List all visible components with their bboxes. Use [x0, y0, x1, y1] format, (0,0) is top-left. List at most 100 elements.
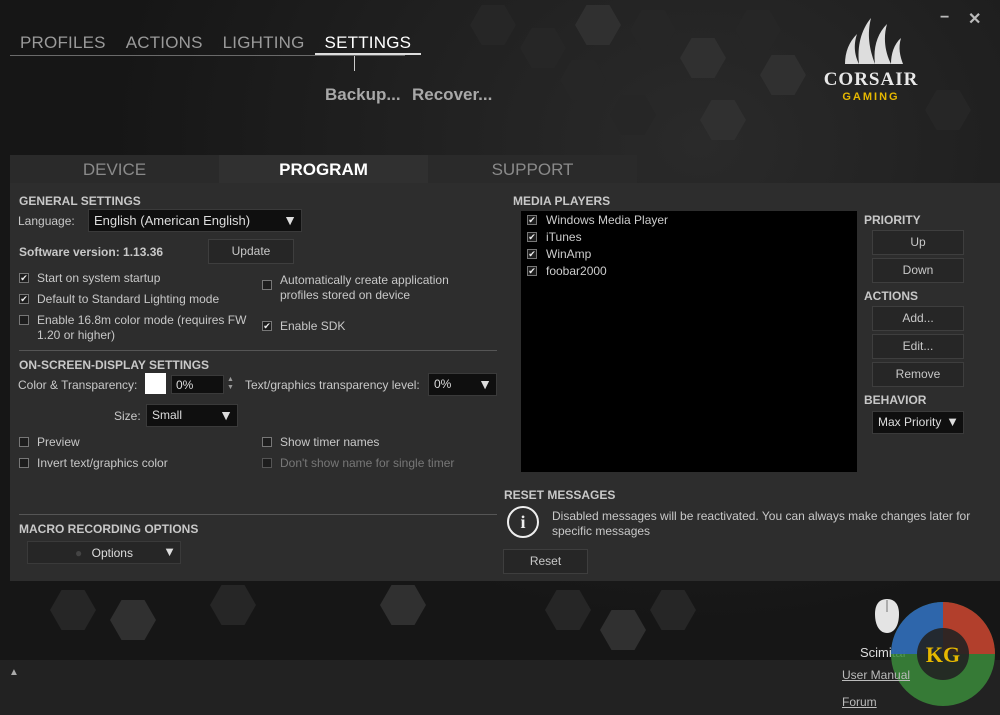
actions-title: ACTIONS — [864, 289, 918, 303]
size-label: Size: — [114, 409, 141, 423]
size-select[interactable]: Small ▼ — [146, 404, 238, 427]
text-transparency-select[interactable]: 0% ▼ — [428, 373, 497, 396]
info-icon: i — [507, 506, 539, 538]
behavior-value: Max Priority — [878, 415, 942, 429]
remove-button[interactable]: Remove — [872, 362, 964, 387]
nav-indicator — [354, 56, 355, 71]
player-name: foobar2000 — [546, 263, 607, 278]
color-transparency-label: Color & Transparency: — [18, 378, 138, 392]
start-on-startup-checkbox[interactable]: ✔ Start on system startup — [19, 271, 160, 286]
auto-profiles-checkbox[interactable]: Automatically create application profile… — [262, 273, 472, 303]
tab-lighting[interactable]: LIGHTING — [213, 30, 315, 55]
language-value: English (American English) — [94, 213, 251, 228]
backup-link[interactable]: Backup... — [325, 85, 401, 105]
chevron-down-icon: ▼ — [219, 407, 233, 423]
update-button[interactable]: Update — [208, 239, 294, 264]
main-nav: PROFILES ACTIONS LIGHTING SETTINGS — [10, 30, 422, 56]
tab-device[interactable]: DEVICE — [10, 155, 219, 183]
macro-options-dropdown[interactable]: ● Options ▼ — [27, 541, 181, 564]
color-mode-checkbox[interactable]: Enable 16.8m color mode (requires FW 1.2… — [19, 313, 249, 343]
checkbox-box[interactable]: ✔ — [19, 294, 29, 304]
reset-messages-title: RESET MESSAGES — [504, 488, 616, 502]
close-icon[interactable]: ✕ — [968, 9, 981, 29]
show-timer-names-checkbox[interactable]: Show timer names — [262, 435, 379, 450]
preview-checkbox[interactable]: Preview — [19, 435, 80, 450]
checkbox-label: Preview — [37, 435, 80, 449]
software-version: Software version: 1.13.36 — [19, 245, 164, 259]
priority-down-button[interactable]: Down — [872, 258, 964, 283]
list-item[interactable]: ✔ iTunes — [521, 228, 857, 245]
checkbox-box[interactable] — [262, 280, 272, 290]
record-icon: ● — [75, 546, 83, 560]
text-transparency-label: Text/graphics transparency level: — [245, 378, 420, 392]
language-label: Language: — [18, 214, 75, 228]
color-swatch[interactable] — [145, 373, 166, 394]
chevron-down-icon: ▼ — [163, 544, 176, 559]
default-lighting-checkbox[interactable]: ✔ Default to Standard Lighting mode — [19, 292, 219, 307]
checkbox-label: Enable 16.8m color mode (requires FW 1.2… — [37, 313, 247, 342]
checkbox-label: Show timer names — [280, 435, 380, 449]
checkbox-label: Invert text/graphics color — [37, 456, 168, 470]
size-value: Small — [152, 408, 183, 422]
priority-up-button[interactable]: Up — [872, 230, 964, 255]
list-item[interactable]: ✔ foobar2000 — [521, 262, 857, 279]
recover-link[interactable]: Recover... — [412, 85, 492, 105]
tab-profiles[interactable]: PROFILES — [10, 30, 116, 55]
expand-icon[interactable]: ▲ — [9, 667, 19, 678]
checkbox-box[interactable]: ✔ — [262, 321, 272, 331]
chevron-down-icon: ▼ — [283, 212, 297, 228]
svg-text:KG: KG — [926, 642, 960, 667]
transparency-value: 0% — [176, 378, 194, 392]
checkbox-label: Don't show name for single timer — [280, 456, 455, 470]
text-transparency-value: 0% — [434, 377, 452, 391]
checkbox-box[interactable] — [262, 437, 272, 447]
general-settings-title: GENERAL SETTINGS — [19, 194, 141, 208]
tab-actions[interactable]: ACTIONS — [116, 30, 213, 55]
checkbox-label: Start on system startup — [37, 271, 161, 285]
section-divider — [19, 350, 497, 351]
list-item[interactable]: ✔ WinAmp — [521, 245, 857, 262]
kg-watermark-icon: KG — [891, 602, 995, 706]
options-label: Options — [91, 546, 133, 560]
user-manual-link[interactable]: User Manual — [842, 668, 910, 682]
player-name: Windows Media Player — [546, 212, 669, 227]
checkbox-label: Default to Standard Lighting mode — [37, 292, 220, 306]
media-players-title: MEDIA PLAYERS — [513, 194, 611, 208]
player-name: WinAmp — [546, 246, 592, 261]
stepper-arrows-icon[interactable]: ▲ ▼ — [227, 376, 234, 392]
checkbox-label: Enable SDK — [280, 319, 346, 333]
invert-color-checkbox[interactable]: Invert text/graphics color — [19, 456, 168, 471]
edit-button[interactable]: Edit... — [872, 334, 964, 359]
transparency-input[interactable]: 0% — [171, 375, 224, 394]
forum-link[interactable]: Forum — [842, 695, 877, 709]
corsair-logo: CORSAIR GAMING — [816, 16, 926, 103]
settings-tabs: DEVICE PROGRAM SUPPORT — [10, 155, 638, 183]
reset-button[interactable]: Reset — [503, 549, 588, 574]
checkbox-box[interactable] — [19, 437, 29, 447]
enable-sdk-checkbox[interactable]: ✔ Enable SDK — [262, 319, 345, 334]
chevron-down-icon: ▼ — [946, 414, 959, 429]
tab-support[interactable]: SUPPORT — [428, 155, 637, 183]
minimize-icon[interactable]: − — [940, 9, 949, 27]
behavior-select[interactable]: Max Priority ▼ — [872, 411, 964, 434]
brand-text: CORSAIR — [823, 69, 919, 90]
tab-program[interactable]: PROGRAM — [219, 155, 428, 183]
checkbox-label: Automatically create application profile… — [280, 273, 449, 302]
chevron-down-icon: ▼ — [478, 376, 492, 392]
checkbox-box[interactable] — [19, 458, 29, 468]
media-players-list[interactable]: ✔ Windows Media Player ✔ iTunes ✔ WinAmp ✔ f… — [521, 211, 857, 472]
player-name: iTunes — [546, 229, 582, 244]
checkbox-box[interactable] — [19, 315, 29, 325]
list-item[interactable]: ✔ Windows Media Player — [521, 211, 857, 228]
tab-settings[interactable]: SETTINGS — [314, 30, 422, 55]
priority-title: PRIORITY — [864, 213, 921, 227]
osd-settings-title: ON-SCREEN-DISPLAY SETTINGS — [19, 358, 210, 372]
reset-message-text: Disabled messages will be reactivated. Y… — [552, 509, 971, 538]
language-select[interactable]: English (American English) ▼ — [88, 209, 302, 232]
behavior-title: BEHAVIOR — [864, 393, 927, 407]
macro-options-title: MACRO RECORDING OPTIONS — [19, 522, 199, 536]
sails-icon — [845, 18, 903, 64]
add-button[interactable]: Add... — [872, 306, 964, 331]
brand-tagline: GAMING — [842, 91, 900, 103]
checkbox-box[interactable]: ✔ — [19, 273, 29, 283]
